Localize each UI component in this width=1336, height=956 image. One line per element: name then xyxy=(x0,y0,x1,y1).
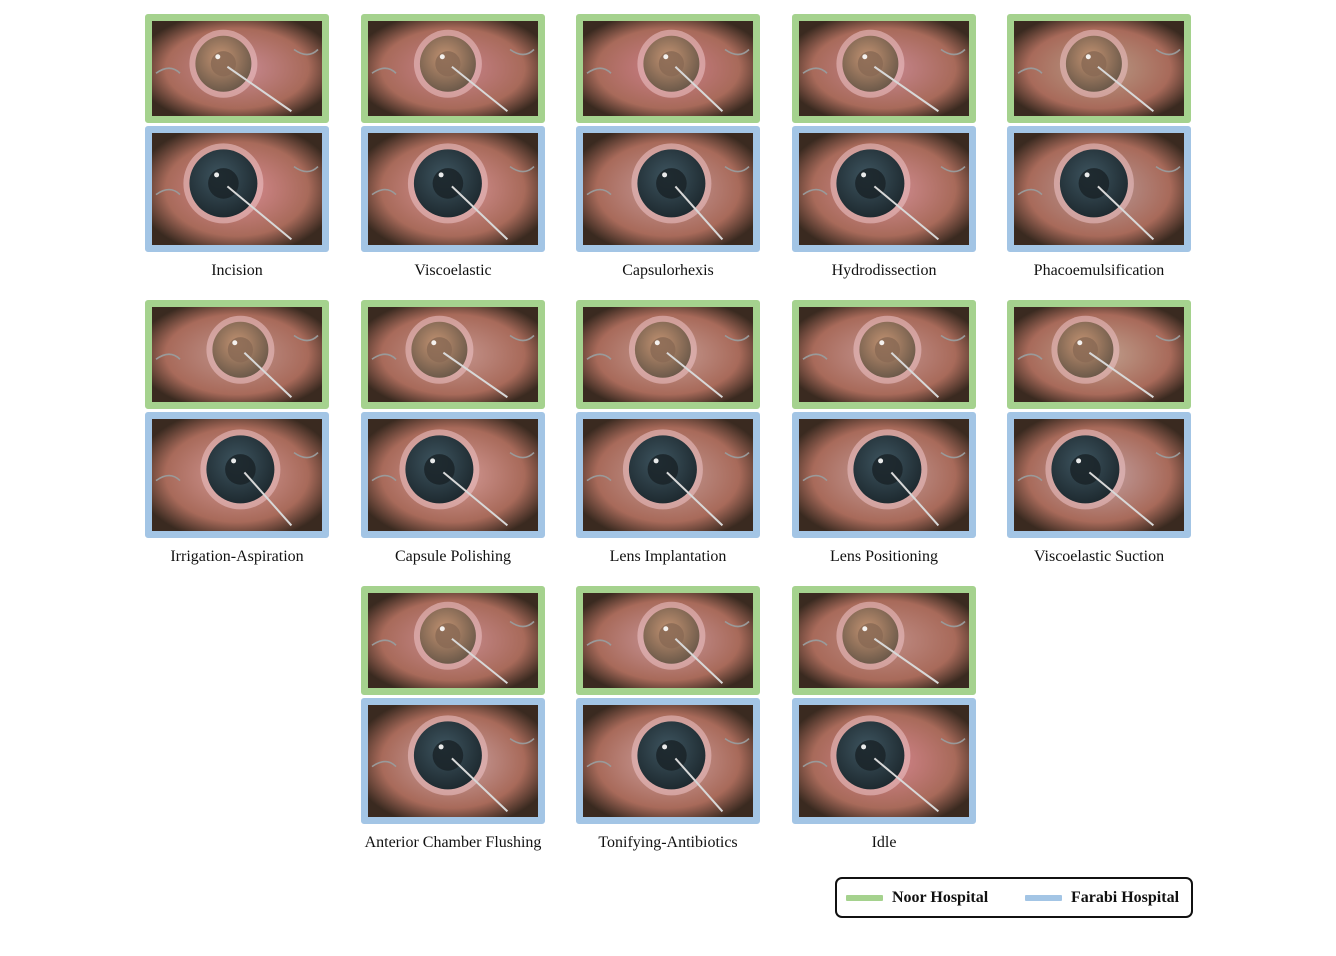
farabi-frame xyxy=(1007,412,1191,538)
farabi-frame xyxy=(792,126,976,252)
legend-swatch-farabi xyxy=(1025,894,1062,901)
legend-item-noor: Noor Hospital xyxy=(846,879,988,916)
surgery-frame-image xyxy=(799,593,969,688)
farabi-frame xyxy=(576,698,760,824)
surgery-frame-image xyxy=(799,21,969,116)
surgery-frame-image xyxy=(152,133,322,245)
legend-item-farabi: Farabi Hospital xyxy=(1025,879,1179,916)
surgery-frame-image xyxy=(368,593,538,688)
noor-frame xyxy=(361,14,545,123)
surgery-frame-image xyxy=(368,705,538,817)
surgery-frame-image xyxy=(583,21,753,116)
noor-frame xyxy=(1007,14,1191,123)
noor-frame xyxy=(145,300,329,409)
farabi-frame xyxy=(361,412,545,538)
noor-frame xyxy=(361,300,545,409)
farabi-frame xyxy=(361,698,545,824)
phase-label: Viscoelastic Suction xyxy=(1033,548,1165,565)
farabi-frame xyxy=(792,698,976,824)
noor-frame xyxy=(576,300,760,409)
phase-label: Phacoemulsification xyxy=(1033,262,1165,279)
surgery-frame-image xyxy=(583,593,753,688)
phase-label: Viscoelastic xyxy=(414,262,492,279)
farabi-frame xyxy=(576,126,760,252)
noor-frame xyxy=(792,300,976,409)
legend-swatch-noor xyxy=(846,894,883,901)
phase-grid: Incision Viscoelastic Capsulorhexis Hydr… xyxy=(0,0,1336,956)
noor-frame xyxy=(1007,300,1191,409)
surgery-frame-image xyxy=(368,21,538,116)
surgery-frame-image xyxy=(799,307,969,402)
surgery-frame-image xyxy=(583,705,753,817)
farabi-frame xyxy=(1007,126,1191,252)
farabi-frame xyxy=(145,126,329,252)
surgery-frame-image xyxy=(583,307,753,402)
legend-label-noor: Noor Hospital xyxy=(892,888,989,906)
noor-frame xyxy=(361,586,545,695)
phase-label: Lens Positioning xyxy=(829,548,938,565)
surgery-frame-image xyxy=(1014,307,1184,402)
noor-frame xyxy=(576,14,760,123)
legend: Noor Hospital Farabi Hospital xyxy=(835,877,1193,918)
phase-label: Tonifying-Antibiotics xyxy=(598,834,738,851)
phase-label: Irrigation-Aspiration xyxy=(170,548,304,565)
farabi-frame xyxy=(145,412,329,538)
phase-label: Hydrodissection xyxy=(831,262,937,279)
legend-label-farabi: Farabi Hospital xyxy=(1071,888,1180,906)
noor-frame xyxy=(792,586,976,695)
noor-frame xyxy=(576,586,760,695)
surgery-frame-image xyxy=(799,133,969,245)
phase-label: Incision xyxy=(211,262,263,279)
phase-label: Capsule Polishing xyxy=(394,548,511,565)
surgery-frame-image xyxy=(1014,133,1184,245)
surgery-frame-image xyxy=(583,133,753,245)
surgery-frame-image xyxy=(583,419,753,531)
surgery-frame-image xyxy=(799,705,969,817)
farabi-frame xyxy=(792,412,976,538)
phase-label: Lens Implantation xyxy=(609,548,727,565)
surgery-frame-image xyxy=(368,307,538,402)
surgery-frame-image xyxy=(152,21,322,116)
surgery-frame-image xyxy=(1014,419,1184,531)
phase-label: Idle xyxy=(871,834,897,851)
noor-frame xyxy=(792,14,976,123)
surgery-frame-image xyxy=(152,419,322,531)
farabi-frame xyxy=(361,126,545,252)
phase-label: Capsulorhexis xyxy=(622,262,714,279)
surgery-frame-image xyxy=(152,307,322,402)
surgery-frame-image xyxy=(368,133,538,245)
noor-frame xyxy=(145,14,329,123)
surgery-frame-image xyxy=(1014,21,1184,116)
surgery-frame-image xyxy=(368,419,538,531)
phase-label: Anterior Chamber Flushing xyxy=(364,834,542,851)
farabi-frame xyxy=(576,412,760,538)
surgery-frame-image xyxy=(799,419,969,531)
